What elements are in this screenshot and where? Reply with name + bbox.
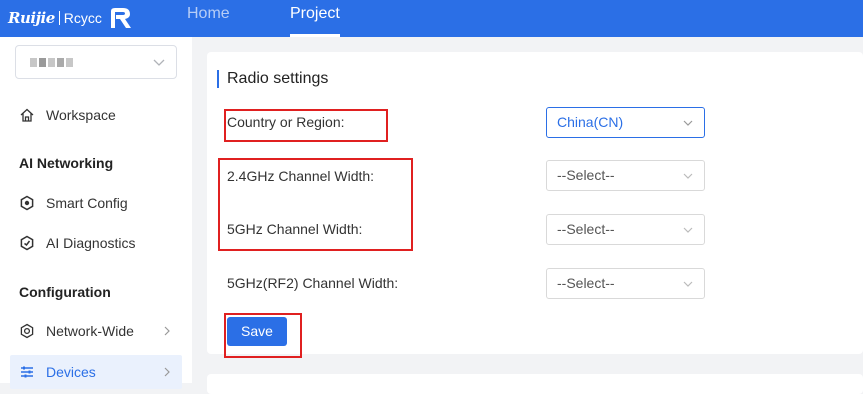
channel-width-24ghz-select[interactable]: --Select-- <box>546 160 705 191</box>
home-icon <box>20 108 34 122</box>
sidebar-item-label: Devices <box>46 364 96 380</box>
highlight-box-save <box>224 313 302 358</box>
sidebar-item-workspace[interactable]: Workspace <box>10 98 182 132</box>
sidebar-item-network-wide[interactable]: Network-Wide <box>10 314 182 348</box>
tab-project-label: Project <box>290 5 340 22</box>
tab-home-label: Home <box>187 5 230 22</box>
logo-sub-text: Rcycc <box>63 10 102 26</box>
sidebar-item-label: Workspace <box>46 107 116 123</box>
sidebar-item-ai-diagnostics[interactable]: AI Diagnostics <box>10 226 182 260</box>
chevron-right-icon <box>164 326 170 336</box>
sidebar-item-devices[interactable]: Devices <box>10 355 182 389</box>
chevron-right-icon <box>164 367 170 377</box>
chevron-down-icon <box>683 173 693 179</box>
sidebar-item-label: Network-Wide <box>46 323 134 339</box>
project-selector[interactable] <box>15 45 177 79</box>
group-title-ai-networking: AI Networking <box>19 155 114 171</box>
chevron-down-icon <box>683 120 693 126</box>
channel-width-24ghz-value: --Select-- <box>557 167 615 183</box>
channel-width-5ghz-value: --Select-- <box>557 221 615 237</box>
brand-logo[interactable]: Ruijie Rcycc <box>8 6 134 30</box>
chevron-down-icon <box>683 227 693 233</box>
channel-width-5ghz-rf2-value: --Select-- <box>557 275 615 291</box>
highlight-box-channel-widths <box>218 158 413 251</box>
channel-width-5ghz-rf2-label: 5GHz(RF2) Channel Width: <box>227 275 399 291</box>
channel-width-5ghz-select[interactable]: --Select-- <box>546 214 705 245</box>
top-navigation-bar: Ruijie Rcycc Home Project <box>0 0 863 37</box>
channel-width-5ghz-rf2-select[interactable]: --Select-- <box>546 268 705 299</box>
devices-icon <box>21 366 33 378</box>
chevron-down-icon <box>153 59 165 66</box>
smart-config-icon <box>20 195 34 211</box>
sidebar-item-label: AI Diagnostics <box>46 235 136 251</box>
active-tab-indicator <box>290 34 340 37</box>
highlight-box-country-region <box>224 109 388 142</box>
reyee-logo-icon <box>110 8 131 28</box>
blurred-project-name <box>30 58 73 67</box>
country-region-select[interactable]: China(CN) <box>546 107 705 138</box>
gear-icon <box>20 323 34 339</box>
chevron-down-icon <box>683 281 693 287</box>
tab-home[interactable]: Home <box>187 0 230 37</box>
logo-brand-text: Ruijie <box>8 9 55 27</box>
sidebar-item-label: Smart Config <box>46 195 128 211</box>
tab-project[interactable]: Project <box>290 0 340 37</box>
sidebar: Workspace AI Networking Smart Config AI … <box>0 37 192 389</box>
diagnostics-icon <box>20 235 34 251</box>
section-title: Radio settings <box>217 70 328 88</box>
country-region-value: China(CN) <box>557 114 624 130</box>
next-section-card <box>207 374 863 394</box>
logo-divider <box>58 11 60 25</box>
sidebar-item-smart-config[interactable]: Smart Config <box>10 186 182 220</box>
group-title-configuration: Configuration <box>19 284 111 300</box>
